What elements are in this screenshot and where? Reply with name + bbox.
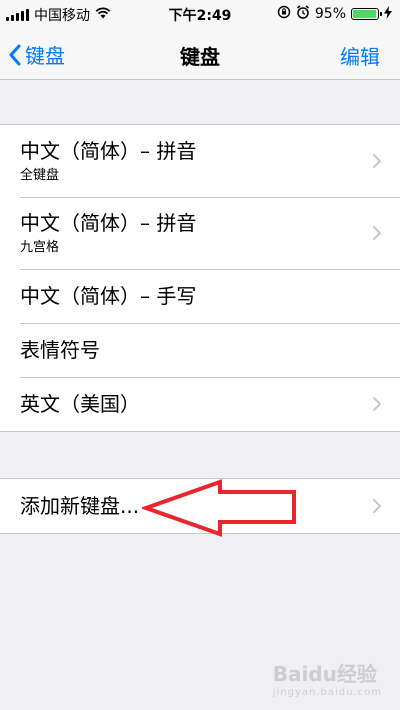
keyboard-item-title: 英文（美国） xyxy=(20,392,140,416)
watermark-subtext: jingyan.baidu.com xyxy=(272,687,382,698)
chevron-right-icon xyxy=(373,226,381,240)
status-right: 95% xyxy=(277,5,392,23)
keyboard-item-title: 中文（简体）– 拼音 xyxy=(20,211,197,235)
battery-percent: 95% xyxy=(314,6,346,22)
annotation-arrow-icon xyxy=(142,479,296,537)
keyboard-item-subtitle: 九宫格 xyxy=(20,240,60,255)
keyboard-item-handwriting[interactable]: 中文（简体）– 手写 xyxy=(0,269,400,323)
status-bar: 中国移动 下午2:49 95% xyxy=(0,0,400,28)
keyboard-item-pinyin-9key[interactable]: 中文（简体）– 拼音 九宫格 xyxy=(0,197,400,269)
chevron-right-icon xyxy=(373,154,381,168)
keyboard-item-subtitle: 全键盘 xyxy=(20,168,60,183)
keyboard-item-emoji[interactable]: 表情符号 xyxy=(0,323,400,377)
navigation-bar: 键盘 键盘 编辑 xyxy=(0,28,400,80)
edit-button[interactable]: 编辑 xyxy=(340,41,380,70)
keyboard-item-english-us[interactable]: 英文（美国） xyxy=(0,377,400,431)
keyboard-item-title: 中文（简体）– 手写 xyxy=(20,284,197,308)
chevron-right-icon xyxy=(373,397,381,411)
battery-icon xyxy=(351,8,382,20)
watermark-logo: Baidu经验 jingyan.baidu.com xyxy=(273,658,382,698)
keyboard-item-title: 表情符号 xyxy=(20,338,100,362)
watermark-text: Baidu经验 xyxy=(272,662,377,686)
chevron-right-icon xyxy=(373,499,381,513)
alarm-icon xyxy=(296,5,310,23)
keyboard-item-title: 中文（简体）– 拼音 xyxy=(20,139,197,163)
keyboard-list: 中文（简体）– 拼音 全键盘 中文（简体）– 拼音 九宫格 中文（简体）– 手写… xyxy=(0,124,400,432)
keyboard-item-pinyin-full[interactable]: 中文（简体）– 拼音 全键盘 xyxy=(0,125,400,197)
orientation-lock-icon xyxy=(277,5,291,23)
charging-icon xyxy=(384,5,392,23)
